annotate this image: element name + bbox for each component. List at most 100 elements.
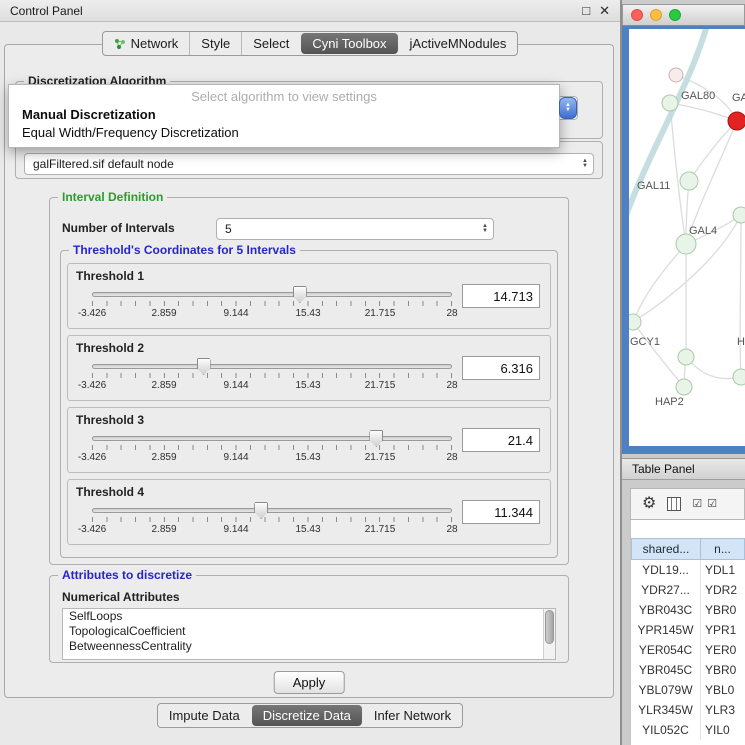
column-header[interactable]: n... — [701, 538, 745, 560]
tab-select[interactable]: Select — [241, 32, 300, 55]
table-row[interactable]: YER054CYER0 — [631, 640, 745, 660]
tick-label: 21.715 — [365, 452, 396, 463]
threshold-panel: Threshold 3 -3.4262.8599.14415.4321.7152… — [67, 407, 551, 473]
table-row[interactable]: YLR345WYLR3 — [631, 700, 745, 720]
slider-track[interactable] — [92, 364, 452, 369]
network-node-selected[interactable] — [728, 112, 745, 130]
table-cell: YBR043C — [631, 600, 701, 620]
attributes-group: Attributes to discretize Numerical Attri… — [49, 575, 569, 663]
tab-cyni-toolbox[interactable]: Cyni Toolbox — [301, 33, 397, 54]
tick-label: 15.43 — [295, 524, 320, 535]
threshold-slider[interactable]: -3.4262.8599.14415.4321.71528 — [92, 436, 452, 468]
combo-stepper-icon[interactable]: ▲ ▼ — [559, 97, 577, 119]
network-node[interactable] — [662, 95, 678, 111]
threshold-label: Threshold 1 — [76, 269, 144, 283]
table-cell: YBR045C — [631, 660, 701, 680]
gear-icon[interactable]: ⚙ — [642, 496, 656, 512]
network-window: GAL80 GA GAL11 GAL4 GCY1 HAP2 H — [622, 4, 745, 454]
minimize-traffic-light-icon[interactable] — [650, 9, 662, 21]
thresholds-group-title: Threshold's Coordinates for 5 Intervals — [69, 243, 300, 257]
threshold-value-field[interactable]: 14.713 — [462, 284, 540, 308]
apply-button[interactable]: Apply — [274, 671, 345, 694]
network-node[interactable] — [733, 369, 745, 385]
highlighted-edge[interactable] — [629, 29, 707, 229]
control-panel: Control Panel □ ✕ Discretization Algorit… — [0, 0, 620, 745]
tick-label: 21.715 — [365, 380, 396, 391]
tab-discretize-data[interactable]: Discretize Data — [252, 705, 362, 726]
threshold-slider[interactable]: -3.4262.8599.14415.4321.71528 — [92, 508, 452, 540]
column-header[interactable]: shared... — [631, 538, 701, 560]
table-row[interactable]: YBR043CYBR0 — [631, 600, 745, 620]
table-cell: YDR27... — [631, 580, 701, 600]
node-label: HAP2 — [655, 396, 684, 408]
tab-impute-data[interactable]: Impute Data — [158, 704, 251, 727]
slider-tick-labels: -3.4262.8599.14415.4321.71528 — [92, 524, 452, 536]
slider-track[interactable] — [92, 436, 452, 441]
table-data-combo[interactable]: galFiltered.sif default node ▲▼ — [24, 153, 594, 175]
tick-label: 15.43 — [295, 452, 320, 463]
table-cell: YPR145W — [631, 620, 701, 640]
tick-label: 9.144 — [223, 380, 248, 391]
network-canvas[interactable]: GAL80 GA GAL11 GAL4 GCY1 HAP2 H — [629, 29, 745, 446]
interval-definition-group: Interval Definition Number of Intervals … — [49, 197, 569, 565]
threshold-label: Threshold 4 — [76, 485, 144, 499]
slider-track[interactable] — [92, 292, 452, 297]
columns-icon[interactable] — [667, 497, 681, 511]
threshold-value-field[interactable]: 21.4 — [462, 428, 540, 452]
tab-network[interactable]: Network — [103, 32, 190, 55]
threshold-value-field[interactable]: 6.316 — [462, 356, 540, 380]
network-node[interactable] — [678, 349, 694, 365]
table-cell: YLR345W — [631, 700, 701, 720]
numerical-attributes-list[interactable]: SelfLoopsTopologicalCoefficientBetweenne… — [62, 608, 556, 660]
tick-label: -3.426 — [78, 308, 106, 319]
network-node[interactable] — [680, 172, 698, 190]
table-cell: YIL0 — [701, 720, 745, 740]
list-item[interactable]: SelfLoops — [63, 609, 555, 624]
close-icon[interactable]: ✕ — [599, 3, 610, 19]
scrollbar-thumb[interactable] — [545, 610, 554, 644]
number-of-intervals-combo[interactable]: 5 ▲▼ — [216, 218, 494, 240]
threshold-value-field[interactable]: 11.344 — [462, 500, 540, 524]
tab-style[interactable]: Style — [189, 32, 241, 55]
slider-track[interactable] — [92, 508, 452, 513]
network-node[interactable] — [669, 68, 683, 82]
tab-infer-network[interactable]: Infer Network — [363, 704, 462, 727]
list-item[interactable]: BetweennessCentrality — [63, 639, 555, 654]
table-cell: YDL19... — [631, 560, 701, 580]
network-node[interactable] — [629, 314, 641, 330]
list-item[interactable]: TopologicalCoefficient — [63, 624, 555, 639]
table-row[interactable]: YDR27...YDR2 — [631, 580, 745, 600]
scrollbar[interactable] — [543, 609, 555, 659]
threshold-slider[interactable]: -3.4262.8599.14415.4321.71528 — [92, 364, 452, 396]
zoom-traffic-light-icon[interactable] — [669, 9, 681, 21]
dropdown-option[interactable]: Equal Width/Frequency Discretization — [9, 124, 559, 142]
table-data-combo-value: galFiltered.sif default node — [33, 157, 174, 171]
network-node[interactable] — [676, 379, 692, 395]
float-icon[interactable]: □ — [582, 3, 590, 19]
dropdown-option[interactable]: Manual Discretization — [9, 106, 559, 124]
tick-label: 2.859 — [151, 524, 176, 535]
close-traffic-light-icon[interactable] — [631, 9, 643, 21]
table-row[interactable]: YBR045CYBR0 — [631, 660, 745, 680]
number-of-intervals-value: 5 — [225, 222, 232, 236]
tab-jactivemnodules[interactable]: jActiveMNodules — [399, 32, 518, 55]
network-node[interactable] — [676, 234, 696, 254]
slider-ticks — [92, 445, 452, 450]
network-window-titlebar[interactable] — [622, 4, 745, 26]
table-row[interactable]: YIL052CYIL0 — [631, 720, 745, 740]
slider-tick-labels: -3.4262.8599.14415.4321.71528 — [92, 380, 452, 392]
table-cell: YIL052C — [631, 720, 701, 740]
table-row[interactable]: YPR145WYPR1 — [631, 620, 745, 640]
table-row[interactable]: YDL19...YDL1 — [631, 560, 745, 580]
thresholds-group: Threshold's Coordinates for 5 Intervals … — [60, 250, 558, 558]
threshold-panel: Threshold 4 -3.4262.8599.14415.4321.7152… — [67, 479, 551, 545]
slider-ticks — [92, 373, 452, 378]
right-pane: GAL80 GA GAL11 GAL4 GCY1 HAP2 H Table Pa… — [622, 0, 745, 745]
network-node[interactable] — [733, 207, 745, 223]
threshold-slider[interactable]: -3.4262.8599.14415.4321.71528 — [92, 292, 452, 324]
select-columns-icon[interactable]: ☑ ☑ — [692, 499, 718, 510]
table-row[interactable]: YBL079WYBL0 — [631, 680, 745, 700]
table-cell: YBL079W — [631, 680, 701, 700]
slider-ticks — [92, 301, 452, 306]
node-label: GA — [732, 92, 745, 104]
